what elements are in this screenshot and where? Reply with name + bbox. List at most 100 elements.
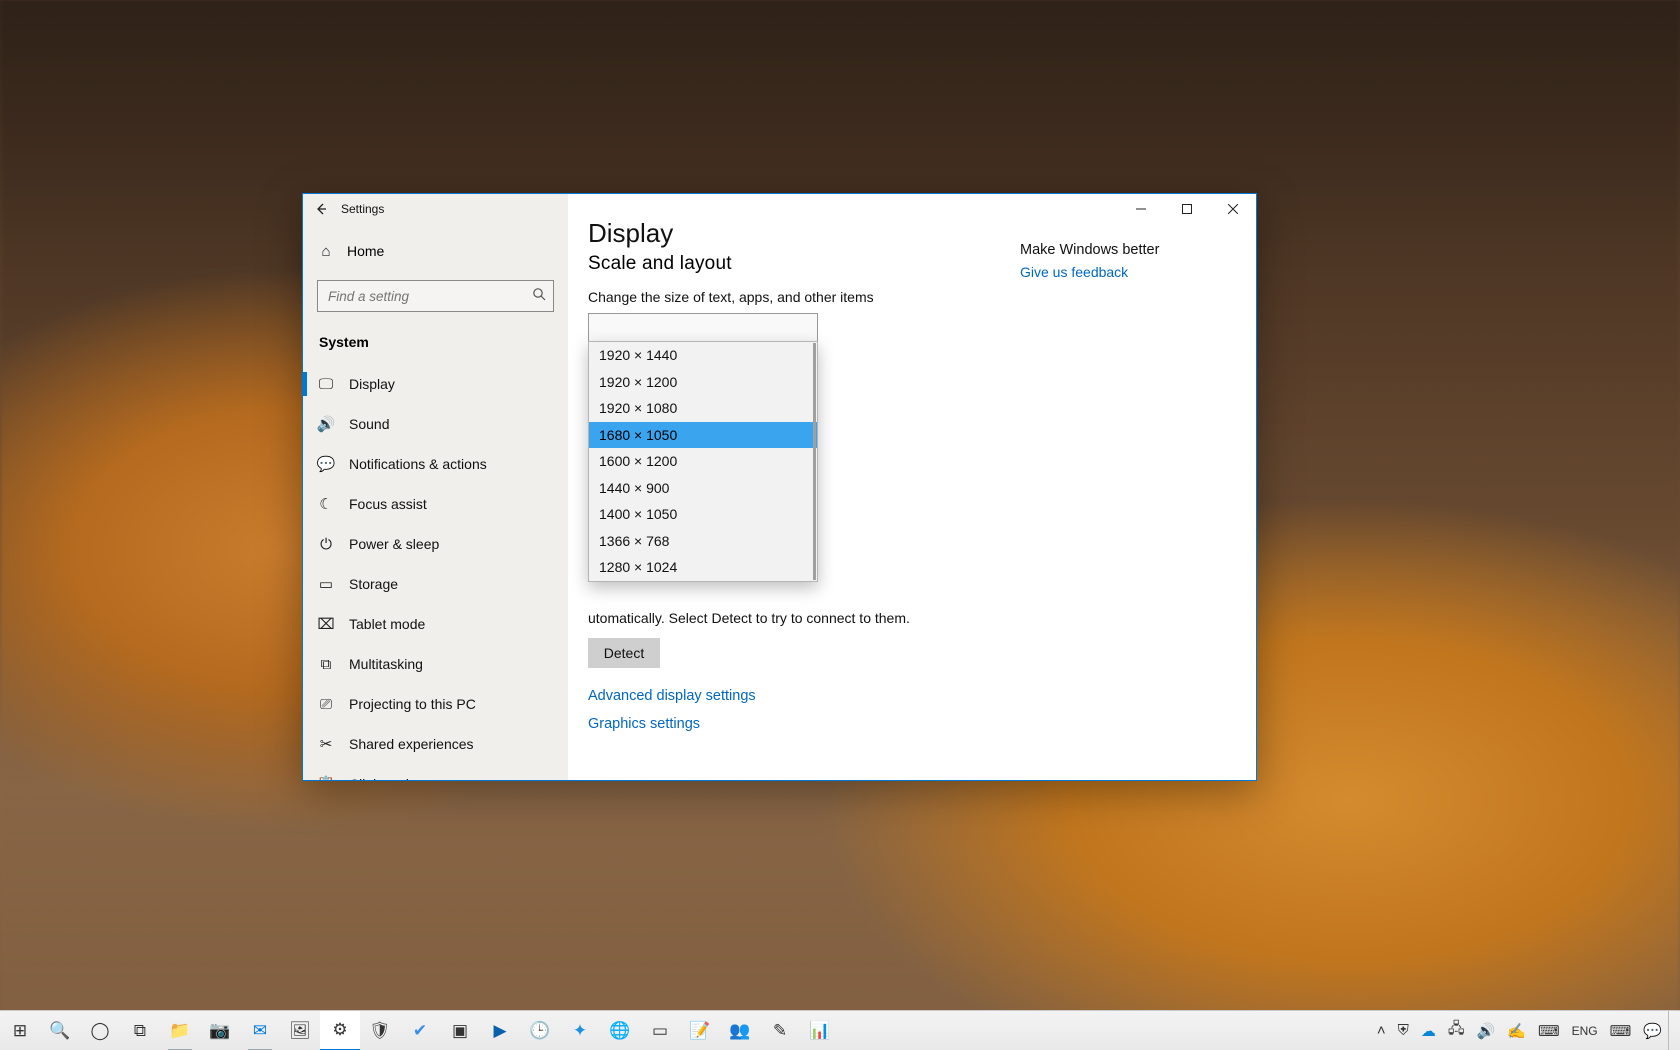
arrow-left-icon bbox=[314, 202, 328, 216]
nav-label: Power & sleep bbox=[349, 536, 439, 552]
taskbar-app-3[interactable]: 📊 bbox=[800, 1011, 840, 1050]
nav-icon: ⏻ bbox=[317, 535, 335, 553]
notification-icon: 💬 bbox=[1643, 1022, 1662, 1040]
sidebar-item-display[interactable]: 🖵 Display bbox=[303, 364, 568, 404]
sidebar-item-projecting-to-this-pc[interactable]: ⎚ Projecting to this PC bbox=[303, 684, 568, 724]
sidebar-item-power-sleep[interactable]: ⏻ Power & sleep bbox=[303, 524, 568, 564]
settings-main: Display Scale and layout Change the size… bbox=[568, 194, 1256, 780]
dropdown-scrollbar[interactable] bbox=[813, 343, 816, 580]
sidebar-item-shared-experiences[interactable]: ✂Shared experiences bbox=[303, 724, 568, 764]
settings-sidebar: Settings ⌂ Home System 🖵 Display 🔊Sound💬No… bbox=[303, 194, 568, 780]
sidebar-item-sound[interactable]: 🔊Sound bbox=[303, 404, 568, 444]
taskbar-photos[interactable]: 🖼 bbox=[280, 1011, 320, 1050]
nav-icon: ☾ bbox=[317, 495, 335, 513]
sidebar-item-clipboard[interactable]: 📋Clipboard bbox=[303, 764, 568, 780]
taskbar-file-explorer[interactable]: 📁 bbox=[160, 1011, 200, 1050]
folder-icon: 📁 bbox=[169, 1021, 190, 1041]
chart-icon: 📊 bbox=[809, 1021, 830, 1041]
taskview-icon: ⧉ bbox=[134, 1021, 146, 1041]
resolution-option[interactable]: 1440 × 900 bbox=[589, 475, 817, 502]
taskbar-settings[interactable]: ⚙ bbox=[320, 1011, 360, 1050]
taskbar-security[interactable]: 🛡 bbox=[360, 1011, 400, 1050]
taskbar: ⊞ 🔍 ◯ ⧉ 📁 📷 ✉ 🖼 ⚙ 🛡 ✔ ▣ ▶ 🕒 ✦ 🌐 ▭ 📝 👥 ✎ … bbox=[0, 1010, 1680, 1050]
tray-overflow[interactable]: ˄ bbox=[1371, 1011, 1392, 1050]
network-icon: 🖧 bbox=[1448, 1018, 1465, 1043]
cloud-icon: ☁ bbox=[1421, 1022, 1436, 1040]
tray-onedrive[interactable]: ☁ bbox=[1415, 1011, 1442, 1050]
taskbar-chrome[interactable]: 🌐 bbox=[600, 1011, 640, 1050]
search-icon bbox=[532, 287, 546, 304]
sidebar-item-tablet-mode[interactable]: ⌧Tablet mode bbox=[303, 604, 568, 644]
close-button[interactable] bbox=[1210, 194, 1256, 224]
clock-icon: 🕒 bbox=[529, 1021, 550, 1041]
resolution-option[interactable]: 1920 × 1200 bbox=[589, 369, 817, 396]
resolution-option[interactable]: 1366 × 768 bbox=[589, 528, 817, 555]
show-desktop-button[interactable] bbox=[1668, 1011, 1676, 1050]
sidebar-item-notifications-actions[interactable]: 💬Notifications & actions bbox=[303, 444, 568, 484]
taskview-button[interactable]: ⧉ bbox=[120, 1011, 160, 1050]
sidebar-item-home[interactable]: ⌂ Home bbox=[303, 232, 568, 270]
nav-icon: 🖵 bbox=[317, 375, 335, 393]
sidebar-section-label: System bbox=[319, 334, 568, 350]
taskbar-camera[interactable]: 📷 bbox=[200, 1011, 240, 1050]
maximize-button[interactable] bbox=[1164, 194, 1210, 224]
taskbar-clock-app[interactable]: 🕒 bbox=[520, 1011, 560, 1050]
sidebar-item-storage[interactable]: ▭Storage bbox=[303, 564, 568, 604]
taskbar-terminal[interactable]: ▣ bbox=[440, 1011, 480, 1050]
search-button[interactable]: 🔍 bbox=[40, 1011, 80, 1050]
taskbar-powershell[interactable]: ▶ bbox=[480, 1011, 520, 1050]
resolution-option[interactable]: 1920 × 1440 bbox=[589, 342, 817, 369]
cortana-button[interactable]: ◯ bbox=[80, 1011, 120, 1050]
taskbar-people[interactable]: 👥 bbox=[720, 1011, 760, 1050]
window-icon: ▭ bbox=[652, 1021, 668, 1041]
window-title: Settings bbox=[335, 202, 384, 216]
feedback-link[interactable]: Give us feedback bbox=[1020, 264, 1270, 280]
taskbar-todo[interactable]: ✔ bbox=[400, 1011, 440, 1050]
tray-volume[interactable]: 🔊 bbox=[1471, 1011, 1502, 1050]
detect-hint: utomatically. Select Detect to try to co… bbox=[588, 609, 1018, 628]
tray-pen[interactable]: ✍ bbox=[1501, 1011, 1532, 1050]
taskbar-app-1[interactable]: ▭ bbox=[640, 1011, 680, 1050]
resolution-dropdown[interactable]: 1920 × 14401920 × 12001920 × 10801680 × … bbox=[588, 341, 818, 582]
minimize-button[interactable] bbox=[1118, 194, 1164, 224]
minimize-icon bbox=[1136, 204, 1146, 214]
taskbar-vscode[interactable]: ✦ bbox=[560, 1011, 600, 1050]
close-icon bbox=[1228, 204, 1238, 214]
resolution-option[interactable]: 1600 × 1200 bbox=[589, 448, 817, 475]
advanced-display-link[interactable]: Advanced display settings bbox=[588, 688, 1018, 704]
scale-label: Change the size of text, apps, and other… bbox=[588, 289, 1018, 305]
back-button[interactable] bbox=[307, 195, 335, 223]
graphics-settings-link[interactable]: Graphics settings bbox=[588, 716, 1018, 732]
pen-icon: ✎ bbox=[773, 1021, 787, 1041]
search-input[interactable] bbox=[317, 280, 554, 312]
ime-icon: ⌨ bbox=[1610, 1022, 1632, 1040]
tray-language[interactable]: ENG bbox=[1566, 1011, 1604, 1050]
nav-label: Display bbox=[349, 376, 395, 392]
settings-window: Settings ⌂ Home System 🖵 Display 🔊Sound💬No… bbox=[302, 193, 1257, 781]
resolution-option[interactable]: 1920 × 1080 bbox=[589, 395, 817, 422]
detect-button[interactable]: Detect bbox=[588, 638, 660, 668]
tray-network[interactable]: 🖧 bbox=[1442, 1011, 1471, 1050]
feedback-title: Make Windows better bbox=[1020, 242, 1270, 258]
resolution-option[interactable]: 1680 × 1050 bbox=[589, 422, 817, 449]
tray-keyboard[interactable]: ⌨ bbox=[1532, 1011, 1566, 1050]
chrome-icon: 🌐 bbox=[609, 1021, 630, 1041]
taskbar-app-2[interactable]: ✎ bbox=[760, 1011, 800, 1050]
tray-ime[interactable]: ⌨ bbox=[1604, 1011, 1638, 1050]
sidebar-item-focus-assist[interactable]: ☾Focus assist bbox=[303, 484, 568, 524]
windows-icon: ⊞ bbox=[13, 1021, 27, 1041]
start-button[interactable]: ⊞ bbox=[0, 1011, 40, 1050]
taskbar-notes[interactable]: 📝 bbox=[680, 1011, 720, 1050]
settings-titlebar: Settings bbox=[303, 194, 568, 224]
resolution-option[interactable]: 1280 × 1024 bbox=[589, 554, 817, 581]
nav-label: Projecting to this PC bbox=[349, 696, 476, 712]
resolution-option[interactable]: 1400 × 1050 bbox=[589, 501, 817, 528]
tray-action-center[interactable]: 💬 bbox=[1637, 1011, 1668, 1050]
sidebar-item-multitasking[interactable]: ⧉Multitasking bbox=[303, 644, 568, 684]
nav-icon: ⎚ bbox=[317, 695, 335, 713]
stylus-icon: ✍ bbox=[1507, 1022, 1526, 1040]
home-icon: ⌂ bbox=[317, 242, 335, 260]
page-title: Display bbox=[588, 218, 1018, 249]
taskbar-mail[interactable]: ✉ bbox=[240, 1011, 280, 1050]
tray-security[interactable]: ⛨ bbox=[1392, 1011, 1415, 1050]
